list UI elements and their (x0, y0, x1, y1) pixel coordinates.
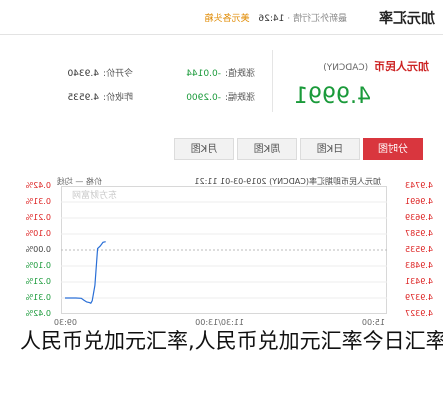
meta-prefix: 最新外汇行情 · (287, 14, 347, 24)
quote-meta: 最新外汇行情 · 14:26 美元各头箱 (205, 11, 347, 24)
stat-value: 4.9535 (67, 93, 99, 103)
stat-prev-close: 昨收价:4.9535 (67, 90, 133, 103)
tab-weekly-k[interactable]: 周K图 (237, 138, 297, 160)
stat-label: 今开价: (102, 69, 133, 79)
quote-panel: 加元人民币 (CADCNY) 4.9991 涨跌值:-0.0144 今开价:4.… (0, 40, 443, 126)
stat-value: 4.9340 (67, 69, 99, 79)
pair-name: 加元人民币 (CADCNY) (323, 58, 429, 74)
price-line-chart (61, 201, 387, 304)
stat-change-percent: 涨跌幅:-0.2900 (186, 90, 255, 103)
tab-intraday[interactable]: 分时图 (363, 138, 423, 160)
pair-name-text: 加元人民币 (374, 60, 429, 73)
tab-monthly-k[interactable]: 月K图 (174, 138, 234, 160)
period-tabs: 分时图 日K图 周K图 月K图 (171, 138, 423, 160)
divider (272, 50, 273, 112)
stat-change-value: 涨跌值:-0.0144 (186, 66, 255, 79)
price-series-line (65, 241, 106, 304)
stat-open-price: 今开价:4.9340 (67, 66, 133, 79)
meta-flag: 美元各头箱 (204, 14, 250, 24)
overlay-caption: 人民币兑加元汇率,人民币兑加元汇率今日汇率 (20, 329, 443, 353)
stat-value: -0.2900 (186, 93, 221, 103)
page-title: 加元汇率 (379, 11, 435, 27)
stat-value: -0.0144 (186, 69, 221, 79)
intraday-chart: 加元人民币即期汇率(CADCNY) 2019-03-01 11:21 价格 — … (0, 168, 443, 400)
tab-daily-k[interactable]: 日K图 (300, 138, 360, 160)
stat-label: 涨跌幅: (224, 93, 255, 103)
current-price: 4.9991 (294, 84, 371, 109)
pair-code: (CADCNY) (323, 63, 369, 73)
stat-label: 涨跌值: (224, 69, 255, 79)
stat-label: 昨收价: (102, 93, 133, 103)
meta-time: 14:26 (258, 14, 285, 24)
top-bar: 加元汇率 最新外汇行情 · 14:26 美元各头箱 (0, 0, 443, 35)
